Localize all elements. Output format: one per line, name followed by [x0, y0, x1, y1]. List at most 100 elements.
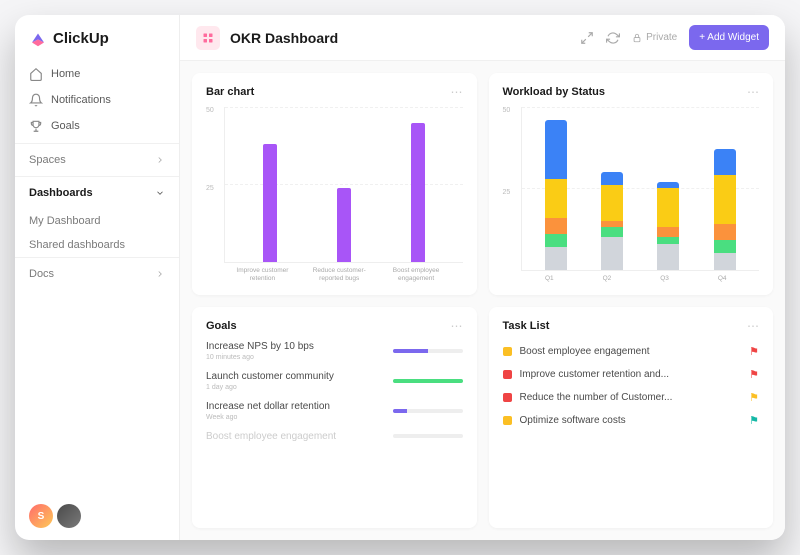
nav-notifications[interactable]: Notifications [15, 87, 179, 113]
bar[interactable] [411, 123, 425, 262]
bar[interactable] [263, 144, 277, 262]
x-axis-label: Q3 [636, 275, 694, 283]
nav-goals[interactable]: Goals [15, 113, 179, 139]
flag-icon[interactable]: ⚑ [749, 391, 759, 404]
expand-icon[interactable] [580, 31, 594, 45]
stacked-bar[interactable] [714, 149, 736, 269]
progress-bar [393, 434, 463, 438]
task-row[interactable]: Improve customer retention and... ⚑ [503, 368, 760, 381]
status-square-icon [503, 416, 512, 425]
goal-name: Increase NPS by 10 bps [206, 341, 393, 352]
stacked-bar[interactable] [657, 182, 679, 270]
chevron-right-icon [155, 155, 165, 165]
brand-name: ClickUp [53, 30, 109, 47]
goal-row[interactable]: Increase NPS by 10 bps 10 minutes ago [206, 341, 463, 361]
grid-icon [202, 32, 214, 44]
section-dashboards[interactable]: Dashboards [15, 176, 179, 209]
section-docs[interactable]: Docs [15, 257, 179, 290]
bar-segment [714, 253, 736, 269]
lock-icon [632, 33, 642, 43]
status-square-icon [503, 393, 512, 402]
dashboard-app-icon [196, 26, 220, 50]
privacy-label: Private [646, 32, 677, 43]
refresh-icon[interactable] [606, 31, 620, 45]
flag-icon[interactable]: ⚑ [749, 345, 759, 358]
avatar-row: S [15, 492, 179, 540]
avatar[interactable]: S [29, 504, 53, 528]
sidebar-item-my-dashboard[interactable]: My Dashboard [15, 209, 179, 233]
privacy-indicator[interactable]: Private [632, 32, 677, 43]
goal-row[interactable]: Increase net dollar retention Week ago [206, 401, 463, 421]
task-name: Optimize software costs [520, 415, 626, 426]
bar-segment [714, 149, 736, 175]
widget-title: Goals [206, 320, 237, 332]
bar-segment [545, 179, 567, 218]
y-axis-ticks: 50 25 [206, 107, 224, 263]
nav-notifications-label: Notifications [51, 94, 111, 106]
avatar[interactable] [57, 504, 81, 528]
nav-goals-label: Goals [51, 120, 80, 132]
flag-icon[interactable]: ⚑ [749, 368, 759, 381]
goal-name: Increase net dollar retention [206, 401, 393, 412]
nav-home-label: Home [51, 68, 80, 80]
task-name: Reduce the number of Customer... [520, 392, 673, 403]
goal-name: Launch customer community [206, 371, 393, 382]
add-widget-button[interactable]: + Add Widget [689, 25, 769, 50]
stacked-bar[interactable] [545, 120, 567, 270]
bell-icon [29, 93, 43, 107]
flag-icon[interactable]: ⚑ [749, 414, 759, 427]
task-name: Boost employee engagement [520, 346, 650, 357]
sidebar-item-shared-dashboards[interactable]: Shared dashboards [15, 233, 179, 257]
progress-bar [393, 379, 463, 383]
x-axis-label: Q4 [693, 275, 751, 283]
goals-list: Increase NPS by 10 bps 10 minutes ago La… [206, 341, 463, 442]
bar-segment [545, 234, 567, 247]
task-row[interactable]: Reduce the number of Customer... ⚑ [503, 391, 760, 404]
section-spaces[interactable]: Spaces [15, 143, 179, 176]
bar-segment [714, 240, 736, 253]
bar[interactable] [337, 188, 351, 262]
x-axis-label: Improve customer retention [224, 267, 301, 283]
nav-home[interactable]: Home [15, 61, 179, 87]
home-icon [29, 67, 43, 81]
bar-segment [714, 224, 736, 240]
widget-goals: Goals ⋯ Increase NPS by 10 bps 10 minute… [192, 307, 477, 529]
more-icon[interactable]: ⋯ [451, 319, 463, 333]
progress-bar [393, 409, 463, 413]
goal-row[interactable]: Boost employee engagement [206, 431, 463, 442]
widget-grid: Bar chart ⋯ 50 25 [180, 61, 785, 540]
bar-chart: 50 25 Improve customer retentionReduce c… [206, 107, 463, 283]
bar-segment [657, 188, 679, 227]
task-row[interactable]: Boost employee engagement ⚑ [503, 345, 760, 358]
bar-segment [545, 120, 567, 179]
more-icon[interactable]: ⋯ [451, 85, 463, 99]
more-icon[interactable]: ⋯ [747, 85, 759, 99]
task-row[interactable]: Optimize software costs ⚑ [503, 414, 760, 427]
status-square-icon [503, 347, 512, 356]
section-dashboards-label: Dashboards [29, 187, 93, 199]
goal-time: 10 minutes ago [206, 354, 393, 361]
bar-segment [657, 227, 679, 237]
bar-segment [714, 175, 736, 224]
goal-row[interactable]: Launch customer community 1 day ago [206, 371, 463, 391]
topbar: OKR Dashboard Private + Add Widget [180, 15, 785, 61]
bar-segment [601, 237, 623, 270]
chevron-right-icon [155, 269, 165, 279]
logo: ClickUp [15, 15, 179, 57]
x-axis-label: Reduce customer-reported bugs [301, 267, 378, 283]
main: OKR Dashboard Private + Add Widget Bar c… [180, 15, 785, 540]
widget-tasks: Task List ⋯ Boost employee engagement ⚑ … [489, 307, 774, 529]
status-square-icon [503, 370, 512, 379]
page-title: OKR Dashboard [230, 30, 338, 46]
x-axis-label: Q2 [578, 275, 636, 283]
section-docs-label: Docs [29, 268, 54, 280]
widget-bar-chart: Bar chart ⋯ 50 25 [192, 73, 477, 295]
y-axis-ticks: 50 25 [503, 107, 521, 271]
chevron-down-icon [155, 188, 165, 198]
x-axis-label: Boost employee engagement [378, 267, 455, 283]
more-icon[interactable]: ⋯ [747, 319, 759, 333]
stacked-bar[interactable] [601, 172, 623, 270]
primary-nav: Home Notifications Goals [15, 57, 179, 143]
progress-bar [393, 349, 463, 353]
goal-time: Week ago [206, 414, 393, 421]
